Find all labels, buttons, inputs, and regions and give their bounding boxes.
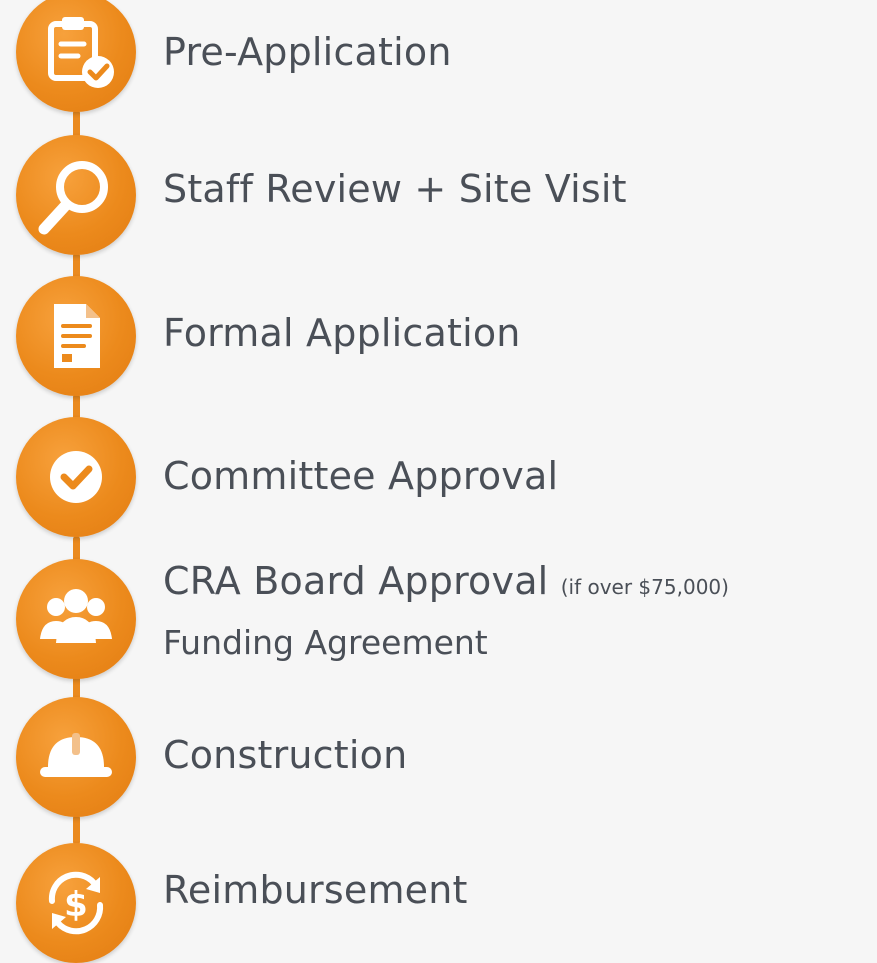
step-label: Formal Application [163,311,521,355]
step-label: CRA Board Approval (if over $75,000) [163,559,729,603]
dollar-cycle-icon: $ [16,843,136,963]
step-title: CRA Board Approval [163,559,549,603]
step-label: Pre-Application [163,30,452,74]
connector-line [73,815,80,845]
step-sublabel: Funding Agreement [163,623,488,662]
group-icon [16,559,136,679]
check-circle-icon [16,417,136,537]
magnifier-icon [16,135,136,255]
hard-hat-icon [16,697,136,817]
step-label: Reimbursement [163,868,468,912]
document-icon [16,276,136,396]
step-label: Staff Review + Site Visit [163,167,627,211]
svg-text:$: $ [64,885,88,925]
step-label: Construction [163,733,408,777]
step-note: (if over $75,000) [560,575,729,599]
step-label: Committee Approval [163,454,559,498]
clipboard-check-icon [16,0,136,112]
process-flow: Pre-Application Staff Review + Site Visi… [0,0,877,963]
